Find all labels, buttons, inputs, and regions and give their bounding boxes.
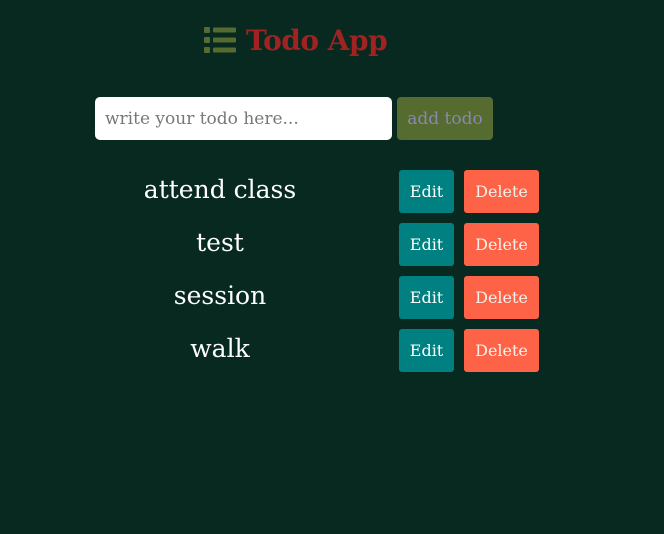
add-todo-button[interactable]: add todo [397, 97, 493, 140]
todo-text: test [196, 228, 244, 257]
todo-input[interactable] [95, 97, 392, 140]
edit-button[interactable]: Edit [399, 276, 454, 319]
todo-list: attend class Edit Delete test Edit Delet… [0, 170, 664, 382]
edit-button[interactable]: Edit [399, 223, 454, 266]
todo-item: attend class Edit Delete [0, 170, 664, 223]
todo-text: session [173, 281, 267, 310]
list-icon [204, 27, 236, 53]
delete-button[interactable]: Delete [464, 276, 539, 319]
edit-button[interactable]: Edit [399, 329, 454, 372]
todo-item: session Edit Delete [0, 276, 664, 329]
todo-text: walk [190, 334, 250, 363]
add-todo-form: add todo [95, 97, 493, 140]
delete-button[interactable]: Delete [464, 223, 539, 266]
todo-item: test Edit Delete [0, 223, 664, 276]
edit-button[interactable]: Edit [399, 170, 454, 213]
todo-item: walk Edit Delete [0, 329, 664, 382]
delete-button[interactable]: Delete [464, 170, 539, 213]
app-header: Todo App [204, 20, 388, 60]
todo-text: attend class [143, 175, 297, 204]
delete-button[interactable]: Delete [464, 329, 539, 372]
page-title: Todo App [246, 23, 388, 57]
